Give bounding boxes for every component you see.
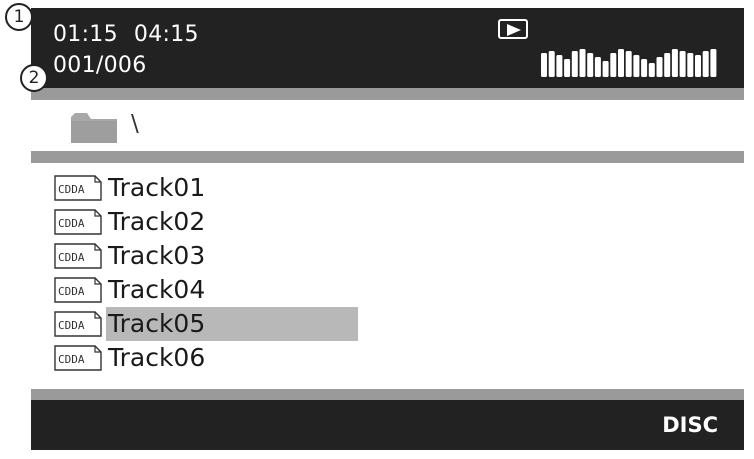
- track-name: Track06: [108, 343, 206, 372]
- status-bar: 01:15 04:15 001/006: [31, 8, 744, 88]
- level-meter-bar: [687, 53, 694, 77]
- level-meter-bar: [710, 49, 717, 77]
- level-meter-bar: [648, 63, 655, 77]
- folder-row[interactable]: \: [31, 100, 744, 151]
- level-meter-bar: [664, 53, 671, 77]
- level-meter-bar: [587, 53, 594, 77]
- level-meter-bar: [702, 51, 709, 77]
- track-type: CDDA: [58, 353, 85, 366]
- level-meter-bar: [656, 57, 663, 77]
- track-type: CDDA: [58, 285, 85, 298]
- level-meter-bar: [679, 51, 686, 77]
- player-screen: 01:15 04:15 001/006 \ CDDA Track01 CDDA …: [31, 8, 744, 450]
- level-meter-bar: [556, 55, 563, 77]
- track-name: Track01: [108, 173, 206, 202]
- play-icon: [498, 19, 528, 39]
- level-meter-bar: [602, 61, 609, 77]
- level-meter-bar: [618, 49, 624, 77]
- bottom-bar: DISC: [31, 400, 744, 450]
- divider-band-mid: [31, 151, 744, 163]
- level-meter-bar: [541, 53, 547, 77]
- level-meter-bar: [571, 51, 578, 77]
- level-meter-bar: [610, 53, 617, 77]
- cdda-file-icon: CDDA: [54, 243, 102, 269]
- track-type: CDDA: [58, 217, 85, 230]
- track-row[interactable]: CDDA Track03: [31, 239, 744, 273]
- folder-icon: [71, 113, 117, 143]
- cdda-file-icon: CDDA: [54, 311, 102, 337]
- track-list: CDDA Track01 CDDA Track02 CDDA Track03 C…: [31, 163, 744, 389]
- total-time: 04:15: [133, 22, 199, 47]
- cdda-file-icon: CDDA: [54, 209, 102, 235]
- track-type: CDDA: [58, 251, 85, 264]
- level-meter-bar: [625, 51, 632, 77]
- track-name: Track05: [106, 307, 358, 341]
- level-meter-bar: [579, 49, 586, 77]
- track-name: Track03: [108, 241, 206, 270]
- elapsed-time: 01:15: [53, 22, 118, 47]
- cdda-file-icon: CDDA: [54, 175, 102, 201]
- track-row-selected[interactable]: CDDA Track05: [31, 307, 744, 341]
- divider-band-bottom: [31, 389, 744, 400]
- time-display: 01:15 04:15: [53, 22, 199, 47]
- track-row[interactable]: CDDA Track02: [31, 205, 744, 239]
- level-meter-bar: [695, 55, 701, 77]
- level-meter-bar: [594, 57, 601, 77]
- track-name: Track02: [108, 207, 206, 236]
- track-row[interactable]: CDDA Track04: [31, 273, 744, 307]
- level-meter-icon: [541, 49, 717, 77]
- level-meter-bar: [641, 59, 648, 77]
- divider-band-top: [31, 88, 744, 100]
- level-meter-bar: [564, 59, 571, 77]
- callout-2: 2: [20, 64, 48, 92]
- track-type: CDDA: [58, 319, 85, 332]
- level-meter-bar: [548, 51, 555, 77]
- level-meter-bar: [671, 49, 678, 77]
- source-label[interactable]: DISC: [662, 413, 718, 437]
- level-meter-bar: [633, 55, 640, 77]
- cdda-file-icon: CDDA: [54, 277, 102, 303]
- folder-path: \: [131, 111, 139, 137]
- track-name: Track04: [108, 275, 206, 304]
- track-row[interactable]: CDDA Track06: [31, 341, 744, 375]
- cdda-file-icon: CDDA: [54, 345, 102, 371]
- track-counter: 001/006: [53, 53, 147, 78]
- track-type: CDDA: [58, 183, 85, 196]
- callout-1: 1: [5, 3, 33, 31]
- track-row[interactable]: CDDA Track01: [31, 171, 744, 205]
